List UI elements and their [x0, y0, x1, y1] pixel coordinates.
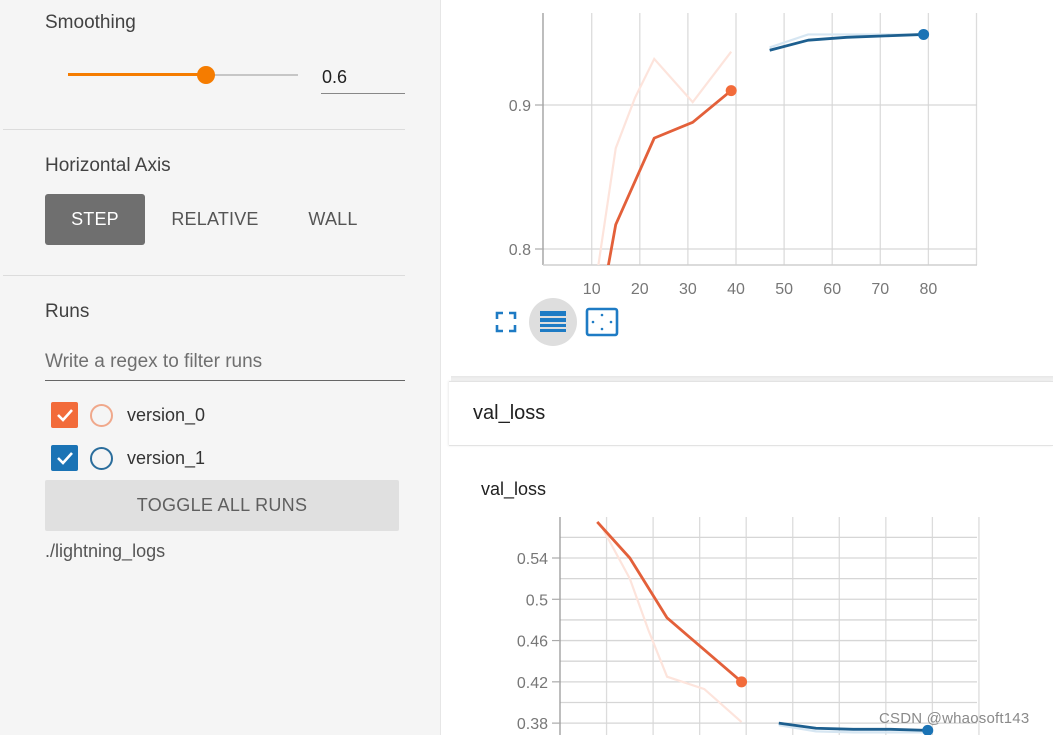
charts-layer: 0.80.910 20 30 40 50 60 70 80 0.540.50.460.420.… [509, 13, 980, 735]
fit-domain-button[interactable] [578, 298, 626, 346]
watermark: CSDN @whaosoft143 [879, 710, 1030, 727]
chart-top[interactable]: 0.8 0.9 10 20 30 40 50 60 70 80 [509, 13, 978, 298]
tensorboard-scalars-page: Smoothing Horizontal Axis STEP RELATIVE … [0, 0, 1053, 735]
series-end-marker-version_1 [918, 28, 930, 40]
series-raw-version_0 [600, 526, 743, 723]
series-end-marker-version_0 [725, 85, 737, 97]
y-tick-label: 0.42 [517, 675, 548, 692]
series-smoothed-version_0 [596, 520, 743, 683]
fullscreen-icon [495, 311, 517, 333]
series-smoothed-version_0 [607, 89, 733, 265]
y-tick-label: 0.5 [526, 592, 548, 609]
x-tick-label: 50 [775, 281, 793, 298]
y-tick-label: 0.54 [517, 551, 548, 568]
x-tick-label: 30 [679, 281, 697, 298]
x-tick-label: 40 [727, 281, 745, 298]
log-scale-toggle-button[interactable] [529, 298, 577, 346]
series-raw-version_0 [597, 51, 733, 265]
series-end-marker-version_0 [736, 676, 748, 688]
y-tick-label: 0.8 [509, 242, 531, 259]
fullscreen-button[interactable] [482, 298, 530, 346]
x-tick-label: 20 [631, 281, 649, 298]
y-tick-label: 0.38 [517, 716, 548, 733]
x-tick-label: 70 [871, 281, 889, 298]
x-tick-label: 10 [583, 281, 601, 298]
fit-domain-icon [585, 307, 619, 337]
toggle-log-scale-icon [540, 311, 566, 332]
y-tick-label: 0.46 [517, 634, 548, 651]
y-tick-label: 0.9 [509, 98, 531, 115]
x-tick-label: 60 [823, 281, 841, 298]
x-tick-label: 80 [920, 281, 938, 298]
chart-val-loss[interactable]: 0.54 0.5 0.46 0.42 0.38 [517, 517, 980, 735]
series-smoothed-version_1 [769, 33, 924, 52]
